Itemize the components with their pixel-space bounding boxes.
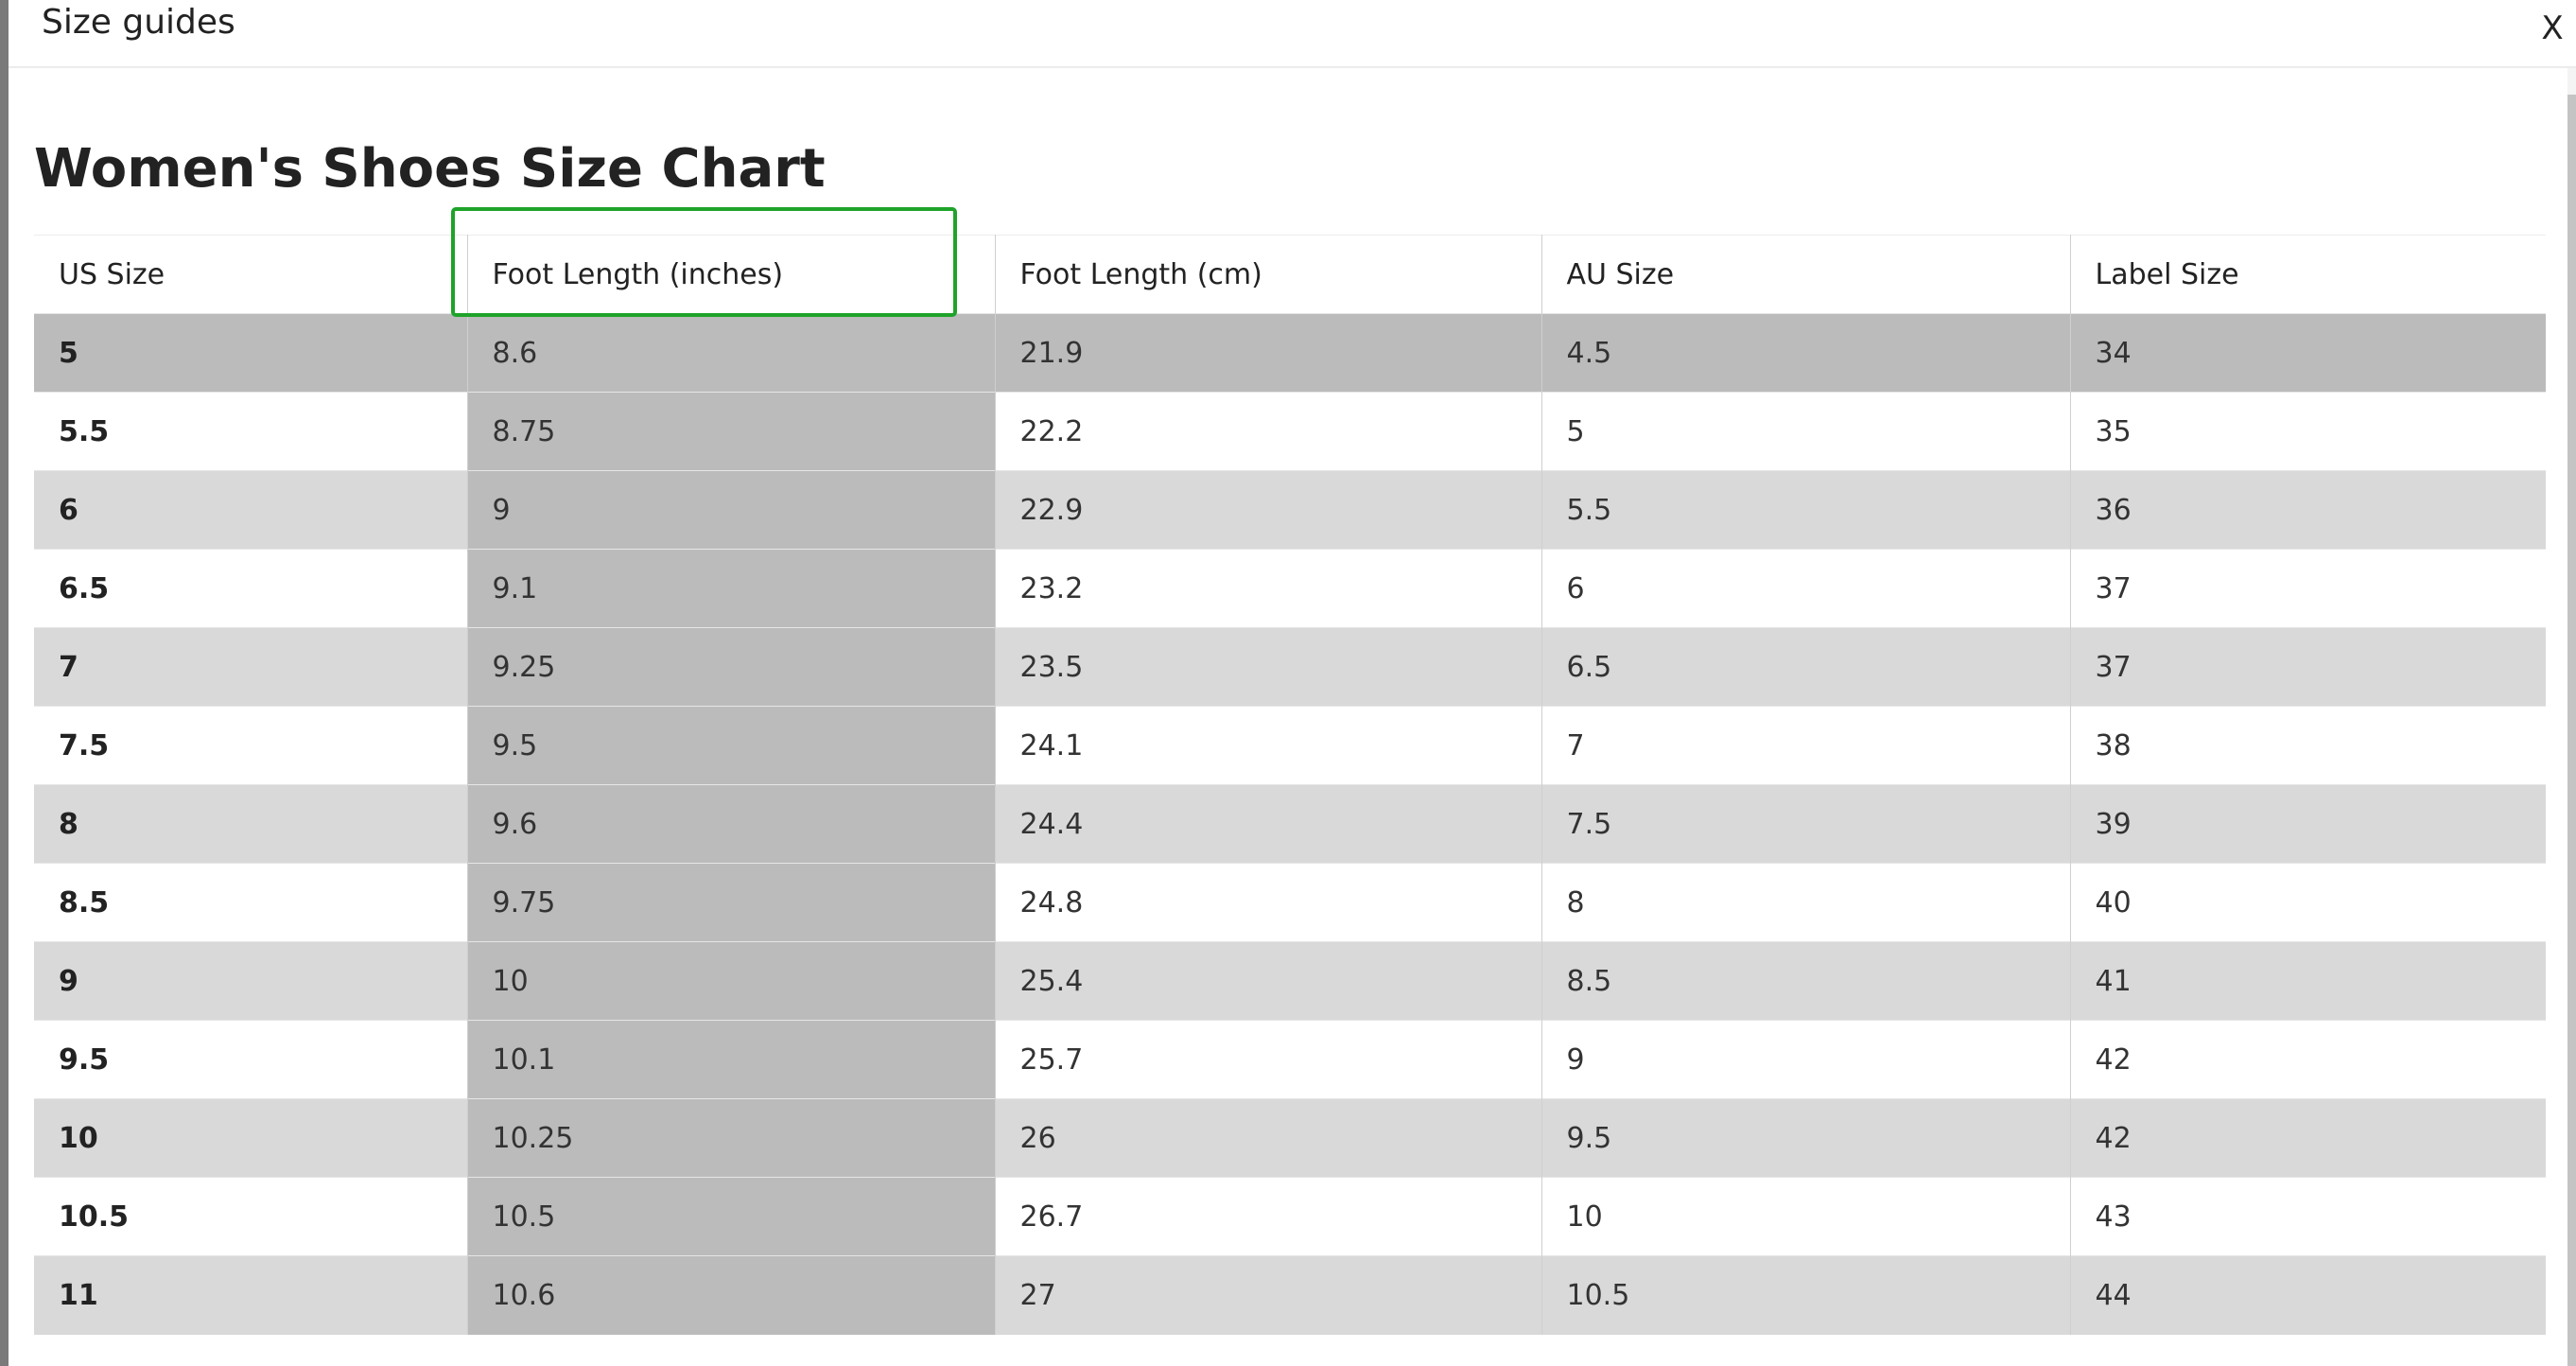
us-size-cell: 8 bbox=[34, 784, 468, 864]
au-size-cell: 5 bbox=[1541, 392, 2071, 471]
table-row: 7 9.25 23.5 6.5 37 bbox=[34, 627, 2546, 707]
header-foot-length-inches: Foot Length (inches) bbox=[467, 235, 996, 314]
table-row: 5 8.6 21.9 4.5 34 bbox=[34, 313, 2546, 393]
table-row: 5.5 8.75 22.2 5 35 bbox=[34, 392, 2546, 471]
foot-length-inches-cell: 10.5 bbox=[467, 1177, 996, 1256]
us-size-cell: 11 bbox=[34, 1255, 468, 1335]
header-us-size: US Size bbox=[34, 235, 468, 314]
foot-length-cm-cell: 24.1 bbox=[995, 706, 1542, 785]
table-row: 11 10.6 27 10.5 44 bbox=[34, 1255, 2546, 1335]
foot-length-inches-cell: 9.75 bbox=[467, 863, 996, 942]
size-guide-modal: Size guides X Women's Shoes Size Chart U… bbox=[0, 0, 2576, 1366]
table-row: 6.5 9.1 23.2 6 37 bbox=[34, 549, 2546, 628]
label-size-cell: 34 bbox=[2070, 313, 2546, 393]
table-row: 7.5 9.5 24.1 7 38 bbox=[34, 706, 2546, 785]
table-row: 8.5 9.75 24.8 8 40 bbox=[34, 863, 2546, 942]
foot-length-cm-cell: 21.9 bbox=[995, 313, 1542, 393]
au-size-cell: 8.5 bbox=[1541, 941, 2071, 1021]
size-chart-body: 5 8.6 21.9 4.5 34 5.5 8.75 22.2 5 35 6 9 22.9 5.5 36 6.… bbox=[34, 313, 2546, 1335]
foot-length-inches-cell: 10.1 bbox=[467, 1020, 996, 1099]
us-size-cell: 9.5 bbox=[34, 1020, 468, 1099]
foot-length-inches-cell: 9 bbox=[467, 470, 996, 550]
us-size-cell: 5.5 bbox=[34, 392, 468, 471]
foot-length-inches-cell: 10.6 bbox=[467, 1255, 996, 1335]
label-size-cell: 38 bbox=[2070, 706, 2546, 785]
us-size-cell: 6.5 bbox=[34, 549, 468, 628]
header-au-size: AU Size bbox=[1541, 235, 2071, 314]
us-size-cell: 10.5 bbox=[34, 1177, 468, 1256]
foot-length-inches-cell: 10.25 bbox=[467, 1098, 996, 1178]
table-row: 10.5 10.5 26.7 10 43 bbox=[34, 1177, 2546, 1256]
au-size-cell: 5.5 bbox=[1541, 470, 2071, 550]
au-size-cell: 8 bbox=[1541, 863, 2071, 942]
label-size-cell: 39 bbox=[2070, 784, 2546, 864]
us-size-cell: 7.5 bbox=[34, 706, 468, 785]
table-row: 6 9 22.9 5.5 36 bbox=[34, 470, 2546, 550]
modal-header: Size guides X bbox=[9, 0, 2576, 68]
table-row: 9 10 25.4 8.5 41 bbox=[34, 941, 2546, 1021]
foot-length-inches-cell: 8.75 bbox=[467, 392, 996, 471]
size-chart-table-wrapper: US Size Foot Length (inches) Foot Length… bbox=[34, 235, 2546, 1335]
label-size-cell: 42 bbox=[2070, 1098, 2546, 1178]
size-chart-title: Women's Shoes Size Chart bbox=[34, 138, 826, 200]
au-size-cell: 7 bbox=[1541, 706, 2071, 785]
header-foot-length-cm: Foot Length (cm) bbox=[995, 235, 1542, 314]
label-size-cell: 35 bbox=[2070, 392, 2546, 471]
foot-length-inches-cell: 8.6 bbox=[467, 313, 996, 393]
au-size-cell: 9 bbox=[1541, 1020, 2071, 1099]
modal-left-edge bbox=[0, 0, 9, 1366]
label-size-cell: 36 bbox=[2070, 470, 2546, 550]
us-size-cell: 9 bbox=[34, 941, 468, 1021]
label-size-cell: 44 bbox=[2070, 1255, 2546, 1335]
au-size-cell: 7.5 bbox=[1541, 784, 2071, 864]
scrollbar-thumb[interactable] bbox=[2567, 95, 2576, 1366]
us-size-cell: 7 bbox=[34, 627, 468, 707]
au-size-cell: 6.5 bbox=[1541, 627, 2071, 707]
foot-length-cm-cell: 23.5 bbox=[995, 627, 1542, 707]
size-chart-table: US Size Foot Length (inches) Foot Length… bbox=[34, 235, 2546, 1335]
foot-length-cm-cell: 22.2 bbox=[995, 392, 1542, 471]
label-size-cell: 43 bbox=[2070, 1177, 2546, 1256]
label-size-cell: 42 bbox=[2070, 1020, 2546, 1099]
modal-title: Size guides bbox=[42, 3, 235, 42]
foot-length-inches-cell: 9.25 bbox=[467, 627, 996, 707]
header-label-size: Label Size bbox=[2070, 235, 2546, 314]
label-size-cell: 41 bbox=[2070, 941, 2546, 1021]
foot-length-cm-cell: 25.4 bbox=[995, 941, 1542, 1021]
foot-length-cm-cell: 26.7 bbox=[995, 1177, 1542, 1256]
foot-length-inches-cell: 10 bbox=[467, 941, 996, 1021]
close-button[interactable]: X bbox=[2529, 8, 2576, 49]
table-row: 9.5 10.1 25.7 9 42 bbox=[34, 1020, 2546, 1099]
label-size-cell: 37 bbox=[2070, 549, 2546, 628]
table-row: 8 9.6 24.4 7.5 39 bbox=[34, 784, 2546, 864]
foot-length-inches-cell: 9.1 bbox=[467, 549, 996, 628]
foot-length-cm-cell: 24.8 bbox=[995, 863, 1542, 942]
us-size-cell: 5 bbox=[34, 313, 468, 393]
foot-length-inches-cell: 9.6 bbox=[467, 784, 996, 864]
us-size-cell: 6 bbox=[34, 470, 468, 550]
au-size-cell: 10 bbox=[1541, 1177, 2071, 1256]
label-size-cell: 37 bbox=[2070, 627, 2546, 707]
foot-length-cm-cell: 26 bbox=[995, 1098, 1542, 1178]
au-size-cell: 9.5 bbox=[1541, 1098, 2071, 1178]
foot-length-cm-cell: 27 bbox=[995, 1255, 1542, 1335]
foot-length-cm-cell: 25.7 bbox=[995, 1020, 1542, 1099]
us-size-cell: 10 bbox=[34, 1098, 468, 1178]
au-size-cell: 6 bbox=[1541, 549, 2071, 628]
us-size-cell: 8.5 bbox=[34, 863, 468, 942]
foot-length-inches-cell: 9.5 bbox=[467, 706, 996, 785]
label-size-cell: 40 bbox=[2070, 863, 2546, 942]
au-size-cell: 10.5 bbox=[1541, 1255, 2071, 1335]
table-row: 10 10.25 26 9.5 42 bbox=[34, 1098, 2546, 1178]
foot-length-cm-cell: 24.4 bbox=[995, 784, 1542, 864]
au-size-cell: 4.5 bbox=[1541, 313, 2071, 393]
header-row: US Size Foot Length (inches) Foot Length… bbox=[34, 235, 2546, 314]
size-chart-header: US Size Foot Length (inches) Foot Length… bbox=[34, 235, 2546, 314]
foot-length-cm-cell: 22.9 bbox=[995, 470, 1542, 550]
foot-length-cm-cell: 23.2 bbox=[995, 549, 1542, 628]
